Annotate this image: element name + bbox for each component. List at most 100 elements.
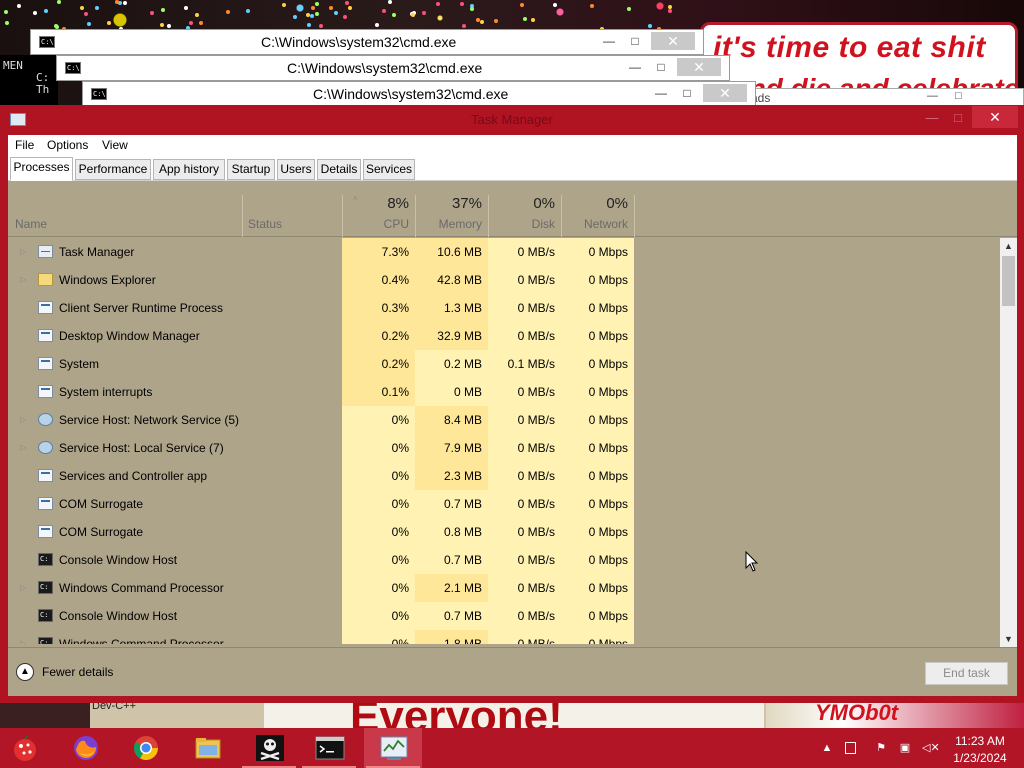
expand-chevron-icon[interactable]: ▷ [20,266,30,294]
banner-image-left [0,700,90,730]
table-row[interactable]: ▷ Windows Explorer 0.4% 42.8 MB 0 MB/s 0 Mbps [8,266,1000,294]
minimize-button[interactable]: — [625,58,645,76]
taskbar-pirate-app[interactable] [240,728,298,768]
tab-app-history[interactable]: App history [153,159,225,180]
start-icon [14,735,36,761]
maximize-icon[interactable]: □ [955,90,962,102]
expand-chevron-icon[interactable]: ▷ [20,434,30,462]
table-row[interactable]: COM Surrogate 0% 0.7 MB 0 MB/s 0 Mbps [8,490,1000,518]
column-headers: ˄ Name Status 8% CPU 37% Memory 0% Disk … [8,183,1017,237]
menu-view[interactable]: View [102,138,128,152]
network-icon[interactable]: ▣ [898,741,912,755]
network-value: 0 Mbps [588,609,628,623]
table-row[interactable]: Console Window Host 0% 0.7 MB 0 MB/s 0 Mbps [8,602,1000,630]
table-row[interactable]: System interrupts 0.1% 0 MB 0 MB/s 0 Mbps [8,378,1000,406]
taskbar-task-manager[interactable] [364,728,422,768]
confetti-dot [392,13,396,17]
tab-users[interactable]: Users [277,159,315,180]
close-button[interactable]: ✕ [703,84,747,102]
minimize-icon[interactable]: — [927,90,938,102]
disk-total[interactable]: 0% [488,195,555,212]
column-divider[interactable] [242,195,243,237]
column-cpu[interactable]: CPU [342,217,409,231]
table-row[interactable]: Desktop Window Manager 0.2% 32.9 MB 0 MB/s 0… [8,322,1000,350]
minimize-button[interactable]: — [651,84,671,102]
taskbar-cmd[interactable] [300,728,358,768]
maximize-button[interactable]: □ [946,108,970,128]
expand-chevron-icon[interactable]: ▷ [20,574,30,602]
table-row[interactable]: Console Window Host 0% 0.7 MB 0 MB/s 0 Mbps [8,546,1000,574]
table-row[interactable]: System 0.2% 0.2 MB 0.1 MB/s 0 Mbps [8,350,1000,378]
console-text: MEN [3,59,23,72]
action-center-icon[interactable] [845,742,856,754]
column-divider[interactable] [634,195,635,237]
tab-performance[interactable]: Performance [75,159,151,180]
close-button[interactable]: ✕ [651,32,695,50]
cmd-window-2[interactable]: C:\ C:\Windows\system32\cmd.exe — □ ✕ [56,55,730,81]
table-row[interactable]: ▷ Windows Command Processor 0% 1.8 MB 0 MB/s… [8,630,1000,644]
clock-date[interactable]: 1/23/2024 [940,751,1020,765]
taskbar-file-explorer[interactable] [178,728,236,768]
table-row[interactable]: Client Server Runtime Process 0.3% 1.3 MB 0… [8,294,1000,322]
network-total[interactable]: 0% [561,195,628,212]
maximize-button[interactable]: □ [677,84,697,102]
expand-chevron-icon[interactable]: ▷ [20,238,30,266]
table-row[interactable]: ▷ Task Manager 7.3% 10.6 MB 0 MB/s 0 Mbps [8,238,1000,266]
tab-startup[interactable]: Startup [227,159,275,180]
cpu-value: 0% [391,581,409,595]
taskbar-firefox[interactable] [56,728,114,768]
disk-value: 0 MB/s [517,553,555,567]
task-manager-window[interactable]: Task Manager — □ ✕ File Options View Pro… [0,105,1024,703]
show-hidden-icons-icon[interactable]: ▲ [820,741,834,755]
menu-options[interactable]: Options [47,138,88,152]
column-name[interactable]: Name [15,217,47,231]
maximize-button[interactable]: □ [651,58,671,76]
confetti-dot [311,6,315,10]
cpu-value: 0% [391,553,409,567]
confetti-dot [307,23,311,27]
minimize-button[interactable]: — [920,108,944,128]
table-row[interactable]: Services and Controller app 0% 2.3 MB 0 MB/… [8,462,1000,490]
taskbar-chrome[interactable] [116,728,174,768]
column-network[interactable]: Network [561,217,628,231]
memory-total[interactable]: 37% [415,195,482,212]
table-row[interactable]: ▷ Service Host: Network Service (5) 0% 8.4 … [8,406,1000,434]
confetti-dot [184,6,188,10]
confetti-dot [462,24,466,28]
tab-details[interactable]: Details [317,159,361,180]
table-row[interactable]: COM Surrogate 0% 0.8 MB 0 MB/s 0 Mbps [8,518,1000,546]
clock-time[interactable]: 11:23 AM [940,734,1020,748]
table-row[interactable]: ▷ Service Host: Local Service (7) 0% 7.9 MB… [8,434,1000,462]
tab-services[interactable]: Services [363,159,415,180]
expand-chevron-icon[interactable]: ▷ [20,630,30,644]
disk-value: 0 MB/s [517,385,555,399]
memory-value: 0.7 MB [443,553,482,567]
cpu-total[interactable]: 8% [342,195,409,212]
flag-icon[interactable]: ⚑ [874,741,888,755]
close-button[interactable]: ✕ [677,58,721,76]
network-value: 0 Mbps [588,525,628,539]
scroll-up-icon[interactable]: ▲ [1000,238,1017,254]
minimize-button[interactable]: — [599,32,619,50]
start-button[interactable] [0,728,52,768]
cmd-window-3[interactable]: C:\ C:\Windows\system32\cmd.exe — □ ✕ [82,81,756,107]
volume-muted-icon[interactable]: ◁✕ [922,741,940,755]
maximize-button[interactable]: □ [625,32,645,50]
title-bar[interactable]: Task Manager — □ ✕ [0,105,1024,135]
column-status[interactable]: Status [248,217,282,231]
cmd-window-1[interactable]: C:\ C:\Windows\system32\cmd.exe — □ ✕ [30,29,704,55]
expand-chevron-icon[interactable]: ▷ [20,406,30,434]
end-task-button[interactable]: End task [925,662,1008,685]
table-row[interactable]: ▷ Windows Command Processor 0% 2.1 MB 0 MB/s… [8,574,1000,602]
vertical-scrollbar[interactable]: ▲ ▼ [1000,238,1017,647]
close-button[interactable]: ✕ [972,106,1018,128]
scroll-down-icon[interactable]: ▼ [1000,631,1017,647]
scrollbar-thumb[interactable] [1002,256,1015,306]
confetti-dot [195,13,199,17]
tab-processes[interactable]: Processes [10,157,73,181]
column-disk[interactable]: Disk [488,217,555,231]
cmd-window-title: C:\Windows\system32\cmd.exe [287,60,483,76]
menu-file[interactable]: File [15,138,34,152]
column-memory[interactable]: Memory [415,217,482,231]
memory-value: 0.7 MB [443,497,482,511]
